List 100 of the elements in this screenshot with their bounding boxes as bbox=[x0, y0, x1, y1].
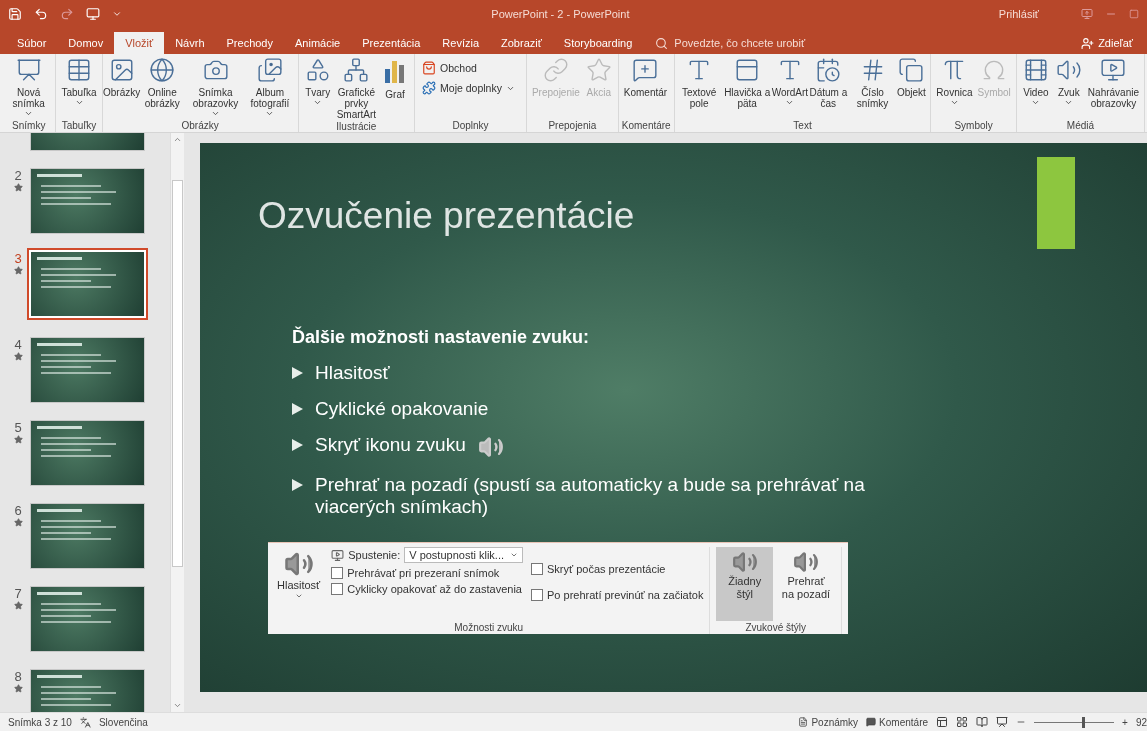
group-label: Zvukové štýly bbox=[744, 621, 807, 634]
ribbon-tab[interactable]: Vložiť bbox=[114, 32, 165, 54]
checkbox-label: Skryť počas prezentácie bbox=[547, 563, 666, 575]
scroll-up-icon[interactable] bbox=[173, 135, 182, 144]
user-icon bbox=[1081, 36, 1095, 50]
ribbon-button[interactable]: Obrázky bbox=[105, 57, 138, 98]
group-label: Obrázky bbox=[180, 119, 220, 132]
slide-thumbnail[interactable] bbox=[27, 248, 148, 320]
ribbon-button[interactable]: Album fotografií bbox=[245, 57, 295, 118]
language-label[interactable]: Slovenčina bbox=[98, 716, 148, 728]
ribbon-button[interactable]: Tabuľka bbox=[59, 57, 99, 107]
style-button[interactable]: Žiadny štýl bbox=[716, 547, 773, 621]
ribbon-button[interactable]: Rovnica bbox=[934, 57, 975, 107]
caret-icon bbox=[211, 109, 221, 118]
slide-counter: Snímka 3 z 10 bbox=[8, 716, 72, 728]
ribbon-button[interactable]: WordArt bbox=[773, 57, 806, 107]
caret-icon bbox=[24, 109, 34, 118]
group-label: Doplnky bbox=[451, 119, 490, 132]
sign-in-link[interactable]: Prihlásiť bbox=[998, 8, 1039, 20]
group-label: Prepojenia bbox=[547, 119, 598, 132]
slide-number: 5 bbox=[14, 420, 22, 435]
checkbox[interactable] bbox=[531, 589, 543, 601]
checkbox[interactable] bbox=[331, 567, 344, 579]
share-button[interactable]: Zdieľať bbox=[1081, 32, 1133, 54]
comments-button[interactable]: Komentáre bbox=[866, 716, 929, 728]
speaker-icon bbox=[477, 434, 504, 460]
ribbon-tab[interactable]: Návrh bbox=[164, 32, 216, 54]
checkbox[interactable] bbox=[531, 563, 543, 575]
slide-thumbnail[interactable] bbox=[30, 337, 145, 403]
ribbon-tab[interactable]: Revízia bbox=[431, 32, 491, 54]
screen-record-icon bbox=[1100, 57, 1127, 83]
star-icon bbox=[13, 684, 23, 693]
zoom-value[interactable]: 92 bbox=[1135, 716, 1147, 728]
new-slide-icon bbox=[15, 57, 42, 83]
ribbon-button[interactable]: Grafické prvky SmartArt bbox=[334, 57, 379, 120]
ribbon-tab[interactable]: Prechody bbox=[215, 32, 284, 54]
ribbon-button[interactable]: Nová snímka bbox=[5, 57, 53, 118]
ribbon-button[interactable]: Snímka obrazovky bbox=[186, 57, 245, 118]
bullet-text: Skryť ikonu zvuku bbox=[315, 434, 466, 456]
diagram-icon bbox=[343, 57, 370, 83]
slide-thumbnail[interactable] bbox=[30, 420, 145, 486]
ribbon-button[interactable]: Objekt bbox=[895, 57, 928, 98]
ribbon-button[interactable]: Video bbox=[1019, 57, 1052, 107]
ribbon-button[interactable]: Nahrávanie obrazovky bbox=[1085, 57, 1141, 109]
slide-thumbnail[interactable] bbox=[30, 168, 145, 234]
link-icon bbox=[542, 57, 569, 83]
reading-view-icon[interactable] bbox=[976, 716, 989, 728]
window-title: PowerPoint - 2 - PowerPoint bbox=[490, 8, 631, 20]
copy-icon bbox=[898, 57, 925, 83]
zoom-in-button[interactable]: + bbox=[1122, 716, 1128, 728]
ribbon-button[interactable]: Obchod bbox=[422, 61, 515, 75]
ribbon-tab[interactable]: Domov bbox=[57, 32, 115, 54]
style-button[interactable]: Prehrať na pozadí bbox=[777, 547, 835, 621]
ribbon-button[interactable]: Moje doplnky bbox=[422, 81, 515, 95]
ribbon-button[interactable]: Textové pole bbox=[677, 57, 721, 109]
customize-icon[interactable] bbox=[112, 9, 122, 19]
volume-button[interactable]: Hlasitosť bbox=[274, 547, 324, 621]
slideshow-icon[interactable] bbox=[86, 7, 100, 21]
ribbon-button[interactable]: Tvary bbox=[301, 57, 334, 107]
group-label: Ilustrácie bbox=[335, 120, 378, 133]
ribbon-button[interactable]: Hlavička a päta bbox=[721, 57, 773, 109]
scroll-thumb[interactable] bbox=[172, 180, 183, 567]
bullet-icon bbox=[292, 403, 303, 415]
ribbon-button[interactable]: Zvuk bbox=[1052, 57, 1085, 107]
checkbox[interactable] bbox=[331, 583, 344, 595]
slide-thumbnail[interactable] bbox=[30, 586, 145, 652]
caret-icon bbox=[294, 592, 303, 600]
slide-thumbnail[interactable] bbox=[30, 503, 145, 569]
ribbon-button[interactable]: Číslo snímky bbox=[850, 57, 895, 109]
checkbox-label: Prehrávať pri prezeraní snímok bbox=[347, 567, 500, 579]
ribbon-tab[interactable]: Prezentácia bbox=[351, 32, 432, 54]
zoom-thumb[interactable] bbox=[1082, 716, 1086, 728]
slide-number: 8 bbox=[14, 669, 22, 684]
ribbon-tab[interactable]: Zobraziť bbox=[490, 32, 553, 54]
checkbox-label: Cyklicky opakovať až do zastavenia bbox=[347, 583, 522, 595]
ribbon-tab[interactable]: Storyboarding bbox=[552, 32, 644, 54]
bullet-icon bbox=[292, 439, 303, 451]
search-icon bbox=[655, 36, 669, 50]
scroll-down-icon[interactable] bbox=[173, 701, 182, 710]
normal-view-icon[interactable] bbox=[936, 716, 949, 728]
save-icon[interactable] bbox=[8, 7, 22, 21]
slideshow-view-icon[interactable] bbox=[996, 716, 1009, 728]
ribbon-tab[interactable]: Súbor bbox=[6, 32, 58, 54]
group-label: Možnosti zvuku bbox=[453, 621, 525, 634]
star-icon bbox=[585, 57, 612, 83]
comment-icon bbox=[632, 57, 659, 83]
sorter-view-icon[interactable] bbox=[956, 716, 969, 728]
tell-me-field[interactable]: Povedzte, čo chcete urobiť bbox=[655, 32, 806, 54]
ribbon-button[interactable]: Graf bbox=[379, 57, 412, 100]
start-label: Spustenie: bbox=[348, 549, 401, 561]
caret-icon bbox=[74, 98, 84, 107]
comments-icon bbox=[866, 717, 877, 727]
ribbon-button[interactable]: Komentár bbox=[621, 57, 670, 98]
bullet-icon bbox=[292, 367, 303, 379]
undo-icon[interactable] bbox=[34, 7, 48, 21]
notes-button[interactable]: Poznámky bbox=[798, 716, 859, 728]
start-dropdown[interactable]: V postupnosti klik... bbox=[404, 547, 523, 563]
bag-icon bbox=[422, 61, 437, 75]
scrollbar[interactable] bbox=[170, 133, 184, 712]
ribbon-tab[interactable]: Animácie bbox=[284, 32, 352, 54]
